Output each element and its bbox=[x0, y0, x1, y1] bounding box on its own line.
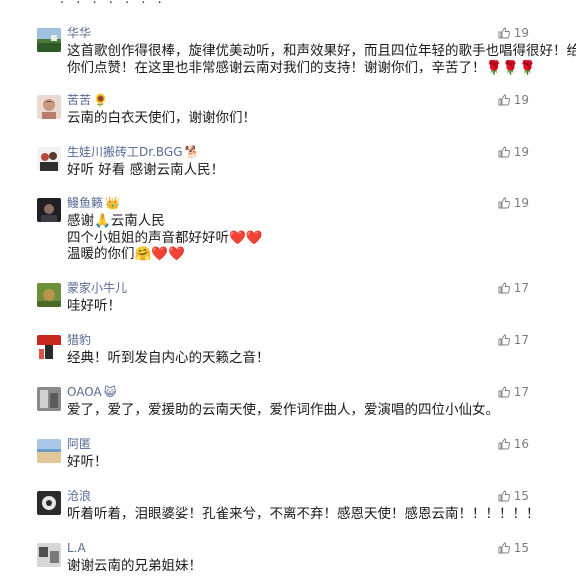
thumb-up-icon bbox=[498, 542, 510, 554]
thumb-up-icon bbox=[498, 438, 510, 450]
like-button[interactable]: 19 bbox=[498, 25, 529, 41]
thumb-up-icon bbox=[498, 94, 510, 106]
comment-nickname[interactable]: 华华 bbox=[67, 25, 93, 41]
like-button[interactable]: 19 bbox=[498, 92, 529, 108]
partial-previous-comment: · · · · · · · bbox=[60, 0, 180, 6]
avatar[interactable] bbox=[37, 198, 61, 222]
like-button[interactable]: 15 bbox=[498, 540, 529, 556]
comment-text: 听着听着，泪眼婆娑！孔雀来兮，不离不弃！感恩天使！感恩云南！！！！！！ bbox=[67, 506, 540, 522]
comment-text: 这首歌创作得很棒，旋律优美动听，和声效果好，而且四位年轻的歌手也唱得很好！给 你… bbox=[67, 43, 576, 76]
avatar[interactable] bbox=[37, 147, 61, 171]
comment-text: 感谢🙏云南人民 四个小姐姐的声音都好好听❤️❤️ 温暖的你们🤗❤️❤️ bbox=[67, 213, 263, 262]
avatar[interactable] bbox=[37, 439, 61, 463]
like-button[interactable]: 17 bbox=[498, 332, 529, 348]
avatar[interactable] bbox=[37, 543, 61, 567]
thumb-up-icon bbox=[498, 490, 510, 502]
comment-text: 经典！听到发自内心的天籁之音！ bbox=[67, 350, 270, 366]
avatar[interactable] bbox=[37, 283, 61, 307]
thumb-up-icon bbox=[498, 282, 510, 294]
comment-text: 好听 好看 感谢云南人民！ bbox=[67, 162, 225, 178]
like-button[interactable]: 19 bbox=[498, 195, 529, 211]
comment-nickname[interactable]: 生娃川搬砖工Dr.BGG 🐕 bbox=[67, 144, 199, 160]
comment-nickname[interactable]: 猎豹 bbox=[67, 332, 93, 348]
comment-nickname[interactable]: 鳗鱼籁 👑 bbox=[67, 195, 120, 211]
avatar[interactable] bbox=[37, 491, 61, 515]
comment-text: 哇好听！ bbox=[67, 298, 121, 314]
avatar[interactable] bbox=[37, 387, 61, 411]
thumb-up-icon bbox=[498, 197, 510, 209]
comment-nickname[interactable]: 沧浪 bbox=[67, 488, 93, 504]
like-button[interactable]: 17 bbox=[498, 280, 529, 296]
like-button[interactable]: 16 bbox=[498, 436, 529, 452]
avatar[interactable] bbox=[37, 28, 61, 52]
comment-nickname[interactable]: 苦苦 🌻 bbox=[67, 92, 108, 108]
comment-text: 谢谢云南的兄弟姐妹！ bbox=[67, 558, 202, 574]
like-button[interactable]: 17 bbox=[498, 384, 529, 400]
thumb-up-icon bbox=[498, 334, 510, 346]
comment-nickname[interactable]: OAOA 😺 bbox=[67, 384, 116, 400]
like-button[interactable]: 19 bbox=[498, 144, 529, 160]
avatar[interactable] bbox=[37, 95, 61, 119]
comment-text: 云南的白衣天使们，谢谢你们！ bbox=[67, 110, 256, 126]
thumb-up-icon bbox=[498, 27, 510, 39]
thumb-up-icon bbox=[498, 146, 510, 158]
thumb-up-icon bbox=[498, 386, 510, 398]
comment-nickname[interactable]: 蒙家小牛儿 bbox=[67, 280, 129, 296]
comment-nickname[interactable]: 阿匿 bbox=[67, 436, 93, 452]
avatar[interactable] bbox=[37, 335, 61, 359]
comment-nickname[interactable]: L.A bbox=[67, 540, 88, 556]
like-button[interactable]: 15 bbox=[498, 488, 529, 504]
comment-text: 好听！ bbox=[67, 454, 108, 470]
comment-text: 爱了，爱了，爱援助的云南天使，爱作词作曲人，爱演唱的四位小仙女。 bbox=[67, 402, 499, 418]
